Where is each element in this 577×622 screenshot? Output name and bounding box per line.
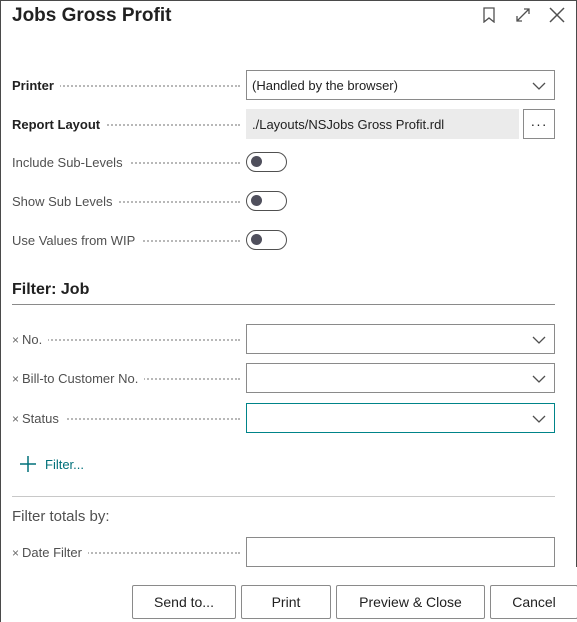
dialog-title: Jobs Gross Profit [12,5,172,26]
report-layout-label: Report Layout [12,109,246,139]
toggle-knob [251,195,262,206]
add-filter-link[interactable]: Filter... [19,455,84,473]
filter-status-input[interactable] [246,403,555,433]
filter-totals-title: Filter totals by: [12,508,110,525]
remove-filter-icon[interactable]: × [12,412,19,426]
chevron-down-icon [532,336,546,344]
plus-icon [20,456,36,472]
filter-bill-to-input[interactable] [246,363,555,393]
printer-value: (Handled by the browser) [252,77,398,93]
bookmark-icon[interactable] [478,4,500,26]
filter-bill-to-label: × Bill-to Customer No. [12,363,246,393]
expand-icon[interactable] [512,4,534,26]
request-page-dialog: Jobs Gross Profit Printer (Handled by th… [0,0,577,622]
use-values-wip-toggle[interactable] [246,230,287,250]
filter-date-label: × Date Filter [12,537,246,567]
filter-job-divider [12,304,555,305]
chevron-down-icon [532,375,546,383]
cancel-button[interactable]: Cancel [490,585,577,619]
remove-filter-icon[interactable]: × [12,546,19,560]
filter-totals-divider [12,496,555,497]
preview-close-button[interactable]: Preview & Close [336,585,485,619]
send-to-button[interactable]: Send to... [132,585,236,619]
printer-select[interactable]: (Handled by the browser) [246,70,555,100]
use-values-wip-label: Use Values from WIP [12,225,246,255]
remove-filter-icon[interactable]: × [12,372,19,386]
show-sub-levels-label: Show Sub Levels [12,186,246,216]
include-sub-levels-toggle[interactable] [246,152,287,172]
chevron-down-icon [532,82,546,90]
printer-label: Printer [12,70,246,100]
toggle-knob [251,156,262,167]
close-icon[interactable] [546,4,568,26]
include-sub-levels-label: Include Sub-Levels [12,147,246,177]
filter-date-input[interactable] [246,537,555,567]
toggle-knob [251,234,262,245]
show-sub-levels-toggle[interactable] [246,191,287,211]
window-controls [478,4,568,26]
filter-status-label: × Status [12,403,246,433]
report-layout-assist-button[interactable]: ··· [523,109,555,139]
filter-no-label: × No. [12,324,246,354]
report-layout-value: ./Layouts/NSJobs Gross Profit.rdl [252,116,445,132]
filter-job-title: Filter: Job [12,281,90,298]
filter-no-input[interactable] [246,324,555,354]
chevron-down-icon [532,415,546,423]
add-filter-label: Filter... [45,456,85,472]
report-layout-field[interactable]: ./Layouts/NSJobs Gross Profit.rdl [246,109,519,139]
print-button[interactable]: Print [241,585,331,619]
remove-filter-icon[interactable]: × [12,333,19,347]
